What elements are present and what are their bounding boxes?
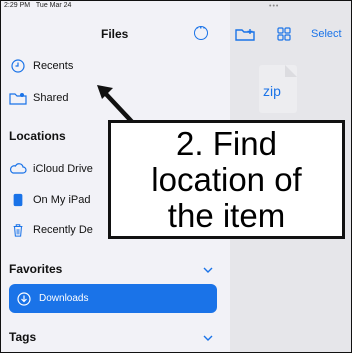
- grid-view-icon[interactable]: [277, 27, 291, 41]
- new-folder-icon[interactable]: [235, 27, 255, 41]
- sidebar-item-recently-deleted[interactable]: Recently De: [9, 223, 93, 237]
- chevron-down-icon[interactable]: [203, 334, 213, 342]
- instruction-callout: 2. Find location of the item: [108, 120, 345, 239]
- download-circle-icon: [17, 291, 31, 306]
- clock-icon: [11, 59, 25, 73]
- zip-file-label: zip: [263, 83, 281, 99]
- status-date: Tue Mar 24: [35, 2, 72, 9]
- status-time: 2:29 PM: [4, 2, 31, 9]
- sidebar-item-label: Recently De: [33, 224, 93, 236]
- sidebar-item-on-my-ipad[interactable]: On My iPad: [9, 193, 90, 207]
- callout-line-1: 2. Find: [176, 124, 277, 162]
- cloud-icon: [9, 163, 27, 174]
- sidebar-item-recents[interactable]: Recents: [9, 59, 73, 73]
- section-favorites[interactable]: Favorites: [9, 262, 62, 276]
- more-options-button[interactable]: [194, 23, 208, 40]
- shared-folder-icon: [9, 93, 27, 105]
- select-button[interactable]: Select: [311, 28, 342, 40]
- sidebar-item-icloud-drive[interactable]: iCloud Drive: [9, 162, 93, 176]
- chevron-down-icon[interactable]: [203, 266, 213, 274]
- page-title: Files: [101, 27, 129, 41]
- section-locations[interactable]: Locations: [9, 129, 66, 143]
- sidebar-item-downloads[interactable]: Downloads: [9, 284, 217, 313]
- callout-line-3: the item: [167, 196, 286, 234]
- sidebar-item-label: On My iPad: [33, 194, 91, 206]
- sidebar-item-shared[interactable]: Shared: [9, 91, 68, 105]
- section-tags[interactable]: Tags: [9, 330, 36, 344]
- ipad-icon: [13, 193, 23, 207]
- status-bar: 2:29 PM Tue Mar 24: [4, 2, 75, 9]
- sidebar-item-label: Recents: [33, 60, 74, 72]
- sidebar-item-label: Downloads: [39, 293, 89, 304]
- ipad-screen: 2:29 PM Tue Mar 24 ••• Files Select Rece…: [0, 0, 352, 353]
- callout-line-2: location of: [151, 160, 302, 198]
- sidebar-item-label: Shared: [33, 92, 69, 104]
- multitasking-dots-icon[interactable]: •••: [269, 3, 279, 10]
- trash-icon: [13, 224, 23, 237]
- sidebar-item-label: iCloud Drive: [33, 163, 93, 175]
